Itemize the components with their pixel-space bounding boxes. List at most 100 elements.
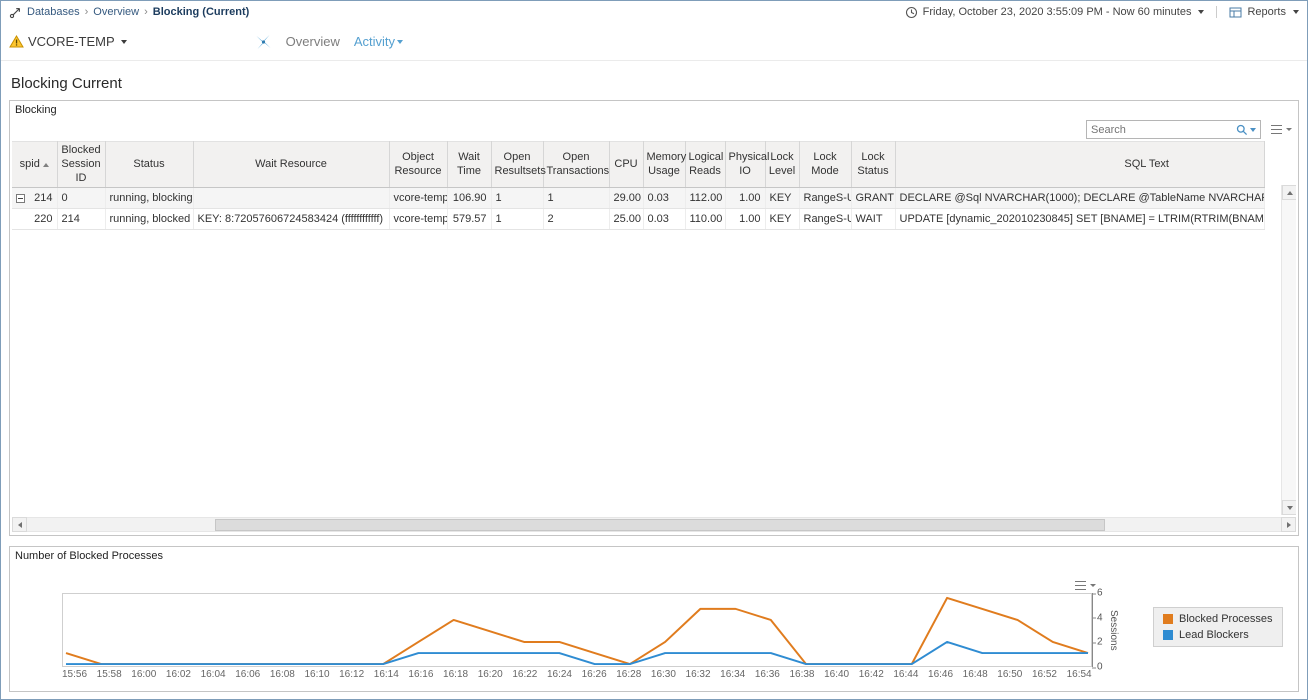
horizontal-scrollbar[interactable] <box>12 517 1296 532</box>
x-tick-label: 16:52 <box>1032 669 1057 680</box>
tab-activity[interactable]: Activity <box>354 34 403 49</box>
search-box <box>1086 120 1261 139</box>
collapse-row-icon[interactable] <box>16 194 25 203</box>
cell-open-transactions: 1 <box>543 188 609 209</box>
cell-physical-io: 1.00 <box>725 188 765 209</box>
x-tick-label: 16:18 <box>443 669 468 680</box>
databases-icon <box>9 6 22 19</box>
search-options-caret-icon[interactable] <box>1250 128 1256 132</box>
column-header-wait-time[interactable]: Wait Time <box>447 142 491 188</box>
column-header-memory-usage[interactable]: Memory Usage <box>643 142 685 188</box>
cell-logical-reads: 112.00 <box>685 188 725 209</box>
cell-memory-usage: 0.03 <box>643 209 685 230</box>
cell-status: running, blocking <box>105 188 193 209</box>
arrow-down-icon <box>1287 506 1293 510</box>
tab-overview[interactable]: Overview <box>286 34 340 49</box>
breadcrumb-separator-icon <box>85 6 89 18</box>
activity-caret-icon[interactable] <box>397 40 403 44</box>
time-range-selector[interactable]: Friday, October 23, 2020 3:55:09 PM - No… <box>923 6 1192 18</box>
instance-selector[interactable]: VCORE-TEMP <box>9 34 127 49</box>
column-header-open-transactions[interactable]: Open Transactions <box>543 142 609 188</box>
cell-lock-mode: RangeS-U <box>799 188 851 209</box>
cell-open-resultsets: 1 <box>491 209 543 230</box>
x-tick-label: 16:28 <box>616 669 641 680</box>
time-range-caret-icon[interactable] <box>1198 10 1204 14</box>
instance-caret-icon[interactable] <box>121 40 127 44</box>
column-header-physical-io[interactable]: Physical IO <box>725 142 765 188</box>
breadcrumb-current: Blocking (Current) <box>153 6 250 18</box>
cell-physical-io: 1.00 <box>725 209 765 230</box>
x-tick-label: 16:54 <box>1067 669 1092 680</box>
scroll-right-button[interactable] <box>1281 517 1296 532</box>
blocking-panel-title: Blocking <box>10 101 1298 117</box>
cell-object-resource: vcore-temp <box>389 209 447 230</box>
column-header-wait-resource[interactable]: Wait Resource <box>193 142 389 188</box>
column-header-lock-status[interactable]: Lock Status <box>851 142 895 188</box>
search-icon[interactable] <box>1236 124 1248 136</box>
legend-item-lead-blockers[interactable]: Lead Blockers <box>1163 629 1273 641</box>
cell-object-resource: vcore-temp <box>389 188 447 209</box>
y-axis: 6420 <box>1092 593 1108 667</box>
grid-header-row: spid Blocked Session ID Status Wait Reso… <box>12 142 1265 188</box>
hscroll-thumb[interactable] <box>215 519 1105 531</box>
scroll-up-button[interactable] <box>1282 185 1296 200</box>
column-header-object-resource[interactable]: Object Resource <box>389 142 447 188</box>
legend-label: Blocked Processes <box>1179 613 1273 625</box>
blocking-panel: Blocking <box>9 100 1299 536</box>
cell-lock-level: KEY <box>765 209 799 230</box>
menu-bars-icon <box>1271 125 1282 134</box>
cell-lock-mode: RangeS-U <box>799 209 851 230</box>
cell-spid: 214 <box>34 192 52 204</box>
column-label: spid <box>20 158 40 172</box>
y-tick-label: 6 <box>1097 588 1103 599</box>
column-header-status[interactable]: Status <box>105 142 193 188</box>
reports-caret-icon[interactable] <box>1293 10 1299 14</box>
x-tick-label: 16:20 <box>478 669 503 680</box>
vertical-scrollbar[interactable] <box>1281 185 1296 515</box>
chart-body: 15:5615:5816:0016:0216:0416:0616:0816:10… <box>10 593 1298 680</box>
column-header-spid[interactable]: spid <box>12 142 57 188</box>
overview-icon <box>255 34 272 50</box>
reports-button[interactable]: Reports <box>1247 6 1286 18</box>
cell-logical-reads: 110.00 <box>685 209 725 230</box>
chart-series-line <box>66 642 1088 664</box>
column-header-lock-mode[interactable]: Lock Mode <box>799 142 851 188</box>
x-tick-label: 16:04 <box>201 669 226 680</box>
cell-memory-usage: 0.03 <box>643 188 685 209</box>
legend-label: Lead Blockers <box>1179 629 1249 641</box>
clock-icon <box>905 6 918 19</box>
column-header-logical-reads[interactable]: Logical Reads <box>685 142 725 188</box>
grid-menu-caret-icon <box>1286 128 1292 131</box>
cell-open-transactions: 2 <box>543 209 609 230</box>
column-header-blocked-session-id[interactable]: Blocked Session ID <box>57 142 105 188</box>
column-header-lock-level[interactable]: Lock Level <box>765 142 799 188</box>
chart-legend: Blocked Processes Lead Blockers <box>1153 607 1283 647</box>
hscroll-track[interactable] <box>27 517 1281 532</box>
cell-blocked-session-id: 214 <box>57 209 105 230</box>
search-input[interactable] <box>1091 124 1236 136</box>
table-row[interactable]: 220 214 running, blocked KEY: 8:72057606… <box>12 209 1265 230</box>
scroll-left-button[interactable] <box>12 517 27 532</box>
grid-toolbar <box>10 117 1298 141</box>
breadcrumb-overview[interactable]: Overview <box>93 6 139 18</box>
table-row[interactable]: 214 0 running, blocking vcore-temp 106.9… <box>12 188 1265 209</box>
plot-column: 15:5615:5816:0016:0216:0416:0616:0816:10… <box>62 593 1092 680</box>
tab-activity-label: Activity <box>354 34 395 49</box>
chart-series-line <box>66 598 1088 664</box>
topbar-divider <box>1216 6 1217 18</box>
top-bar: Databases Overview Blocking (Current) Fr… <box>1 1 1307 23</box>
column-header-cpu[interactable]: CPU <box>609 142 643 188</box>
column-header-open-resultsets[interactable]: Open Resultsets <box>491 142 543 188</box>
breadcrumb-databases[interactable]: Databases <box>27 6 80 18</box>
blocking-grid: spid Blocked Session ID Status Wait Reso… <box>12 141 1265 230</box>
chart-menu-icon[interactable] <box>1075 581 1096 590</box>
arrow-right-icon <box>1287 522 1291 528</box>
scroll-down-button[interactable] <box>1282 500 1296 515</box>
page-title: Blocking Current <box>1 61 1307 98</box>
legend-item-blocked-processes[interactable]: Blocked Processes <box>1163 613 1273 625</box>
menu-bars-icon <box>1075 581 1086 590</box>
column-header-sql-text[interactable]: SQL Text <box>895 142 1265 188</box>
grid-menu-icon[interactable] <box>1271 125 1292 134</box>
y-tick-label: 0 <box>1097 662 1103 673</box>
x-tick-label: 16:30 <box>651 669 676 680</box>
